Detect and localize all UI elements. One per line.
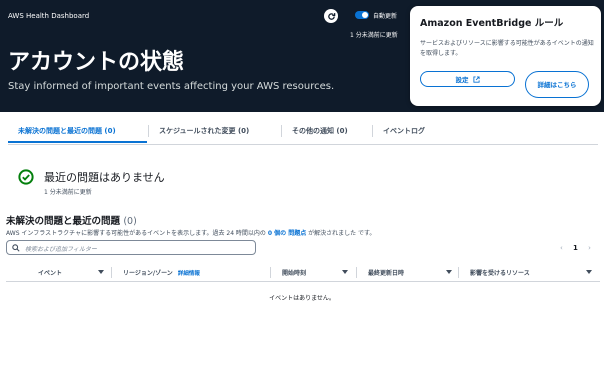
tab-bar: 未解決の問題と最近の問題 (0) スケジュールされた変更 (0) その他の通知 … bbox=[8, 120, 598, 145]
issues-desc-prefix: AWS インフラストラクチャに影響する可能性があるイベントを表示します。過去 2… bbox=[6, 230, 266, 237]
search-icon bbox=[12, 244, 20, 252]
resolved-issues-link[interactable]: 0 個の 問題点 bbox=[268, 230, 306, 237]
status-title: 最近の問題はありません bbox=[44, 171, 165, 184]
tab-divider bbox=[372, 125, 373, 137]
column-event[interactable]: イベント bbox=[38, 268, 62, 277]
column-last-updated[interactable]: 最終更新日時 bbox=[368, 268, 404, 277]
issues-section-title: 未解決の問題と最近の問題 (0) bbox=[6, 213, 137, 227]
filter-input[interactable]: 検索および追加フィルター bbox=[6, 240, 256, 255]
learn-more-button[interactable]: 詳細はこちら bbox=[525, 71, 589, 98]
column-affected-resources[interactable]: 影響を受けるリソース bbox=[470, 268, 530, 277]
table-header: イベント リージョン/ゾーン 詳細情報 開始時刻 最終更新日時 影響を受けるリソ… bbox=[6, 265, 600, 282]
active-tab-indicator bbox=[8, 141, 147, 143]
region-info-link[interactable]: 詳細情報 bbox=[178, 271, 200, 277]
auto-refresh-toggle[interactable] bbox=[355, 11, 369, 19]
issues-desc-suffix: が解決されました です。 bbox=[308, 230, 376, 237]
current-page-number[interactable]: 1 bbox=[573, 244, 578, 252]
settings-button[interactable]: 設定 bbox=[420, 71, 515, 87]
tab-divider bbox=[148, 125, 149, 137]
issues-title-text: 未解決の問題と最近の問題 bbox=[6, 216, 121, 227]
column-region-label: リージョン/ゾーン bbox=[123, 270, 173, 277]
sort-caret-icon[interactable] bbox=[342, 270, 348, 274]
page-subtitle: Stay informed of important events affect… bbox=[8, 81, 335, 92]
app-title: AWS Health Dashboard bbox=[8, 12, 90, 20]
filter-placeholder: 検索および追加フィルター bbox=[25, 246, 97, 253]
last-updated-text: 1 分未満前に更新 bbox=[350, 32, 398, 39]
eventbridge-card: Amazon EventBridge ルール サービスおよびリソースに影響する可… bbox=[410, 6, 601, 106]
pagination: ‹ 1 › bbox=[560, 244, 591, 252]
tab-divider bbox=[281, 125, 282, 137]
column-divider bbox=[458, 267, 459, 278]
status-updated: 1 分未満前に更新 bbox=[44, 189, 92, 196]
column-divider bbox=[356, 267, 357, 278]
tab-open-issues[interactable]: 未解決の問題と最近の問題 (0) bbox=[18, 120, 116, 142]
eventbridge-description: サービスおよびリソースに影響する可能性があるイベントの通知を取得します。 bbox=[420, 40, 594, 57]
issues-description: AWS インフラストラクチャに影響する可能性があるイベントを表示します。過去 2… bbox=[6, 228, 375, 237]
tab-event-log[interactable]: イベントログ bbox=[383, 120, 425, 142]
sort-caret-icon[interactable] bbox=[98, 270, 104, 274]
eventbridge-title: Amazon EventBridge ルール bbox=[420, 18, 564, 29]
next-page-icon[interactable]: › bbox=[588, 244, 591, 252]
empty-table-message: イベントはありません。 bbox=[269, 295, 335, 302]
column-start-time[interactable]: 開始時刻 bbox=[282, 268, 306, 277]
column-divider bbox=[270, 267, 271, 278]
sort-caret-icon[interactable] bbox=[446, 270, 452, 274]
sort-caret-icon[interactable] bbox=[586, 270, 592, 274]
page-title: アカウントの状態 bbox=[8, 50, 185, 75]
success-check-icon bbox=[18, 169, 34, 185]
previous-page-icon[interactable]: ‹ bbox=[560, 244, 563, 252]
column-region[interactable]: リージョン/ゾーン 詳細情報 bbox=[123, 268, 200, 277]
tab-scheduled-changes[interactable]: スケジュールされた変更 (0) bbox=[159, 120, 249, 142]
issues-count: (0) bbox=[123, 216, 137, 227]
refresh-icon bbox=[327, 12, 335, 20]
tab-other-notifications[interactable]: その他の通知 (0) bbox=[292, 120, 348, 142]
settings-button-label: 設定 bbox=[455, 76, 469, 84]
auto-refresh-label: 自動更新 bbox=[373, 13, 398, 20]
column-divider bbox=[111, 267, 112, 278]
external-link-icon bbox=[472, 75, 480, 83]
refresh-button[interactable] bbox=[324, 9, 338, 23]
